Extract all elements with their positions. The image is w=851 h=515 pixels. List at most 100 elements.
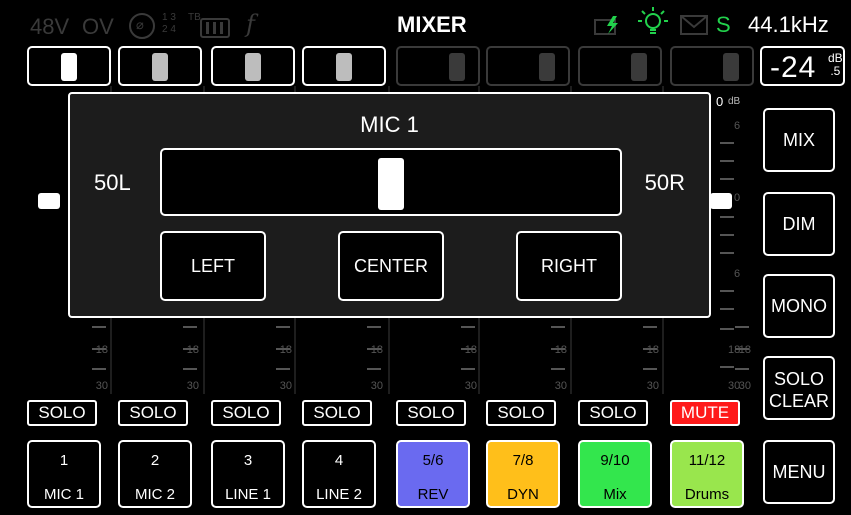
solo-button[interactable]: SOLO <box>27 400 97 426</box>
scale-six: 6 <box>734 268 741 280</box>
scale-thirty: 30 <box>728 380 741 392</box>
scale-tick <box>720 328 734 330</box>
sync-indicator: S <box>716 12 731 37</box>
dim-button-label: DIM <box>782 214 816 234</box>
pan-slider[interactable] <box>160 148 622 216</box>
pan-overview-cell[interactable] <box>211 46 295 86</box>
master-scale: 0 dB 6 0 6 18 30 <box>710 92 756 398</box>
scale-thirty: 30 <box>279 380 292 392</box>
pan-overview-knob <box>631 53 647 81</box>
scale-zero: 0 <box>716 94 724 109</box>
pan-overview-cell[interactable] <box>578 46 662 86</box>
scale-tick <box>92 368 106 370</box>
scale-tick <box>720 366 734 368</box>
scale-tick <box>276 326 290 328</box>
pan-overview-knob <box>61 53 77 81</box>
solo-clear-label-2: CLEAR <box>768 391 830 411</box>
routing-indicator: 1 3 2 4 <box>162 12 190 36</box>
scale-tick <box>367 326 381 328</box>
solo-button[interactable]: SOLO <box>486 400 556 426</box>
scale-thirty: 30 <box>554 380 567 392</box>
mix-button-label: MIX <box>782 130 815 150</box>
pan-slider-handle[interactable] <box>378 158 404 210</box>
pan-right-value: 50R <box>644 170 685 195</box>
scale-tick <box>461 326 475 328</box>
solo-button[interactable]: SOLO <box>396 400 466 426</box>
scale-eighteen: 18 <box>370 344 383 356</box>
pan-overview-cell[interactable] <box>302 46 386 86</box>
scale-tick <box>551 368 565 370</box>
routing-top: 1 3 <box>162 12 176 23</box>
scale-tick <box>720 216 734 218</box>
level-readout: -24 dB .5 <box>760 46 845 86</box>
scale-tick <box>643 326 657 328</box>
scale-eighteen: 18 <box>279 344 292 356</box>
scale-tick <box>183 326 197 328</box>
scale-six-top: 6 <box>734 120 741 132</box>
channel-name: MIC 2 <box>134 486 175 503</box>
channel-number: 11/12 <box>688 452 726 469</box>
level-unit: dB .5 <box>828 52 843 78</box>
menu-button[interactable]: MENU <box>763 440 835 504</box>
channel-name: LINE 1 <box>225 486 271 503</box>
mail-icon <box>680 15 708 35</box>
scale-tick <box>720 290 734 292</box>
solo-button[interactable]: SOLO <box>211 400 281 426</box>
scale-thirty: 30 <box>186 380 199 392</box>
scale-eighteen: 18 <box>728 344 741 356</box>
phantom-power-indicator[interactable]: 48V <box>30 14 69 40</box>
phase-icon[interactable]: ⌀ <box>129 13 155 39</box>
channel-number: 4 <box>334 452 344 469</box>
pan-dialog: MIC 1 50L 50R LEFT CENTER RIGHT <box>68 92 711 318</box>
channel-name: MIC 1 <box>43 486 84 503</box>
overload-indicator: OV <box>82 14 114 39</box>
channel-button[interactable]: 3 LINE 1 <box>211 440 285 508</box>
channel-name: DYN <box>507 486 539 503</box>
pan-overview-cell[interactable] <box>486 46 570 86</box>
scale-tick <box>461 368 475 370</box>
mix-button[interactable]: MIX <box>763 108 835 172</box>
solo-button[interactable]: SOLO <box>302 400 372 426</box>
pan-dialog-title: MIC 1 <box>360 112 419 137</box>
solo-button[interactable]: SOLO <box>578 400 648 426</box>
pan-right-button[interactable]: RIGHT <box>516 231 622 301</box>
mute-button[interactable]: MUTE <box>670 400 740 426</box>
solo-clear-label-1: SOLO <box>773 369 825 389</box>
solo-clear-button[interactable]: SOLO CLEAR <box>763 356 835 420</box>
channel-number: 1 <box>59 452 69 469</box>
fader-handle-ch1[interactable] <box>38 193 60 209</box>
pan-overview-cell[interactable] <box>27 46 111 86</box>
scale-eighteen: 18 <box>95 344 108 356</box>
channel-button[interactable]: 2 MIC 2 <box>118 440 192 508</box>
pan-center-button[interactable]: CENTER <box>338 231 444 301</box>
solo-button[interactable]: SOLO <box>118 400 188 426</box>
channel-name: LINE 2 <box>316 486 362 503</box>
scale-tick <box>720 142 734 144</box>
scale-eighteen: 18 <box>186 344 199 356</box>
pan-overview-cell[interactable] <box>670 46 754 86</box>
channel-button[interactable]: 11/12 Drums <box>670 440 744 508</box>
level-value: -24 <box>770 51 817 84</box>
channel-button[interactable]: 9/10 Mix <box>578 440 652 508</box>
channel-number: 9/10 <box>600 452 630 469</box>
mono-button[interactable]: MONO <box>763 274 835 338</box>
channel-name: Drums <box>684 486 730 503</box>
channel-button[interactable]: 1 MIC 1 <box>27 440 101 508</box>
pan-overview-cell[interactable] <box>396 46 480 86</box>
channel-button[interactable]: 5/6 REV <box>396 440 470 508</box>
scale-tick <box>643 368 657 370</box>
pan-overview-cell[interactable] <box>118 46 202 86</box>
channel-button[interactable]: 4 LINE 2 <box>302 440 376 508</box>
channel-button[interactable]: 7/8 DYN <box>486 440 560 508</box>
scale-thirty: 30 <box>95 380 108 392</box>
scale-tick <box>720 234 734 236</box>
scale-tick <box>183 368 197 370</box>
talkback-label: TB <box>188 12 201 23</box>
pan-overview-knob <box>152 53 168 81</box>
scale-tick <box>367 368 381 370</box>
pan-left-button[interactable]: LEFT <box>160 231 266 301</box>
dim-button[interactable]: DIM <box>763 192 835 256</box>
channel-name: REV <box>417 486 449 503</box>
routing-bottom: 2 4 <box>162 24 176 35</box>
pan-overview-knob <box>723 53 739 81</box>
